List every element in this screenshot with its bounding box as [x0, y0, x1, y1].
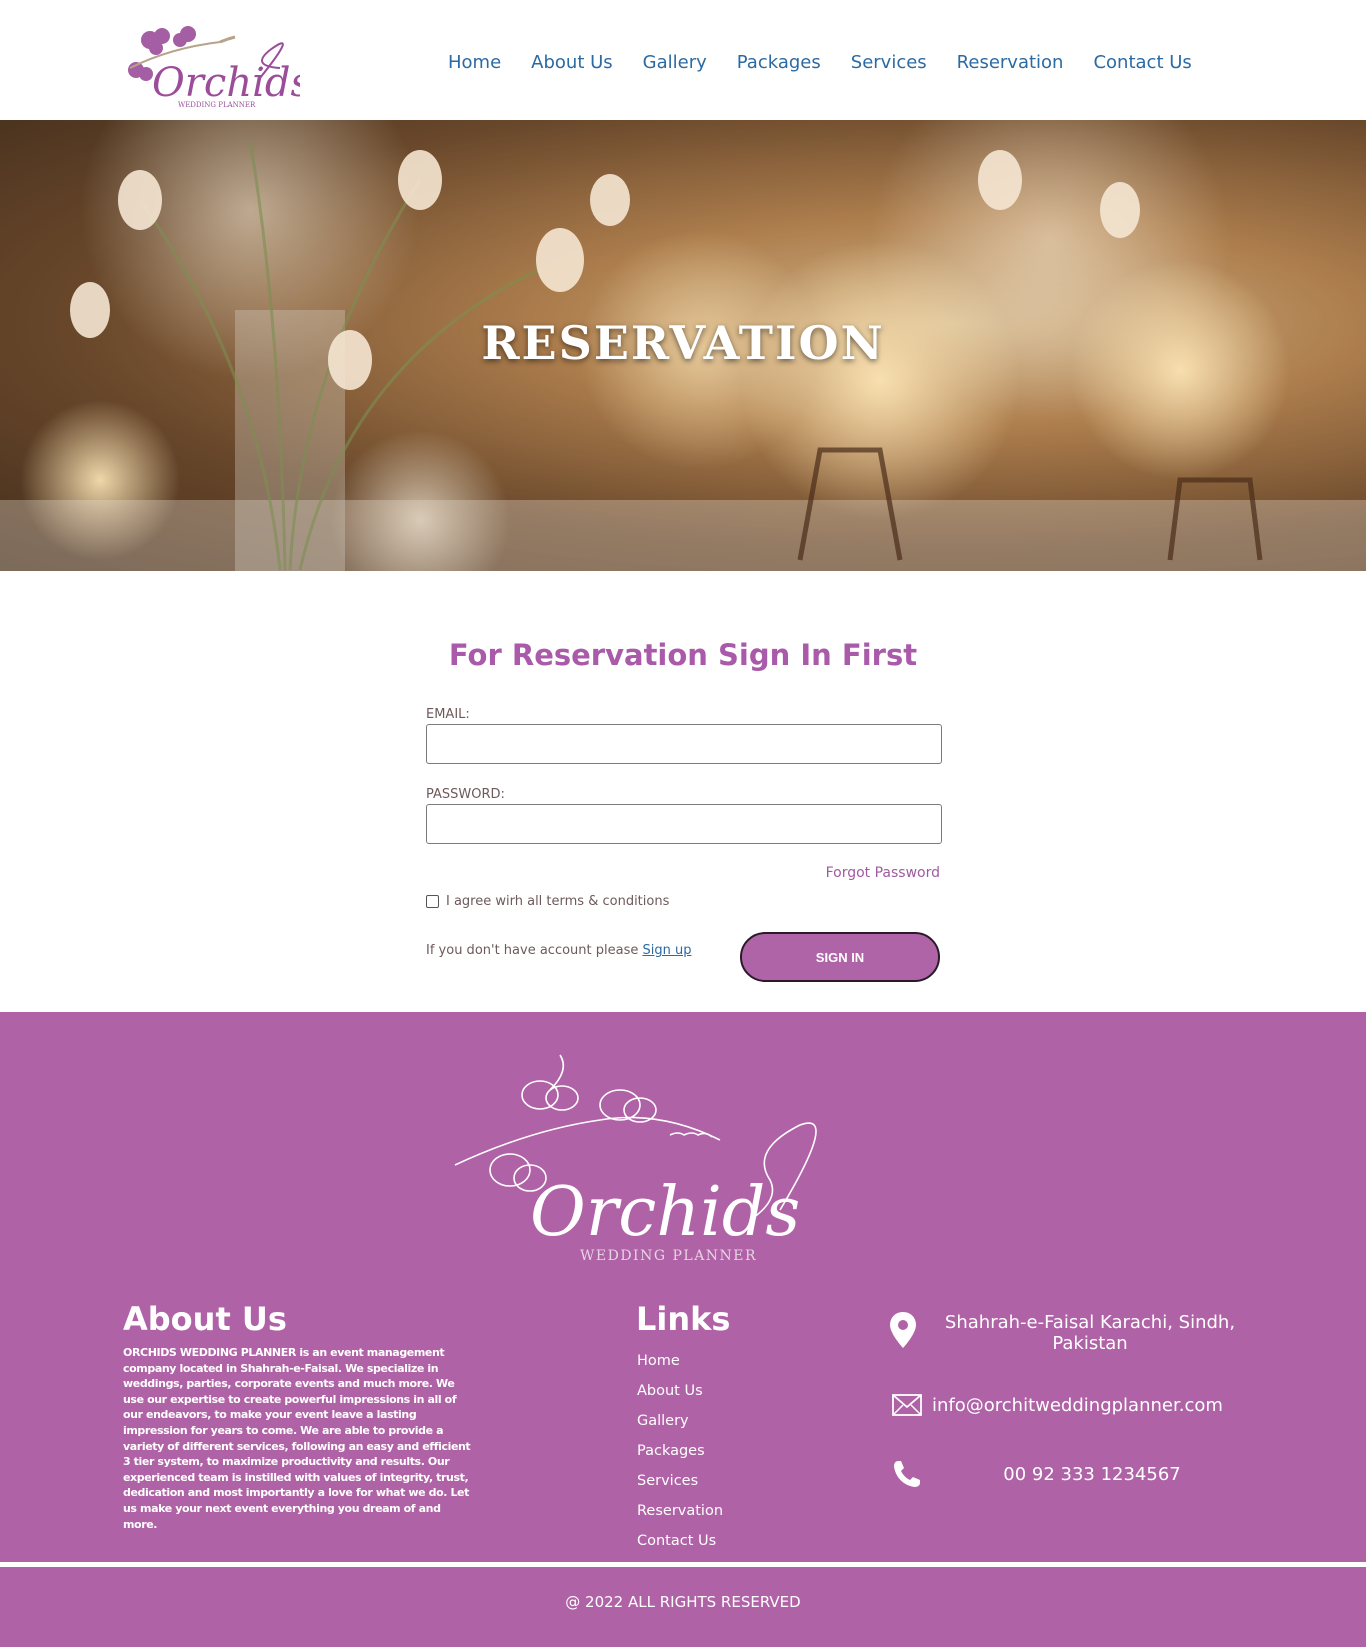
password-label: PASSWORD:	[426, 787, 505, 802]
footer-link-home[interactable]: Home	[637, 1346, 723, 1376]
footer-address-text: Shahrah-e-Faisal Karachi, Sindh, Pakista…	[925, 1312, 1255, 1354]
footer-about-text: ORCHIDS WEDDING PLANNER is an event mana…	[123, 1346, 471, 1531]
site-header: Orchids WEDDING PLANNER Home About Us Ga…	[0, 0, 1366, 120]
hero-title: RESERVATION	[481, 316, 885, 370]
copyright-text: @ 2022 ALL RIGHTS RESERVED	[565, 1593, 801, 1611]
svg-text:WEDDING PLANNER: WEDDING PLANNER	[580, 1248, 757, 1264]
email-label: EMAIL:	[426, 707, 470, 722]
nav-contact-us[interactable]: Contact Us	[1093, 52, 1191, 73]
sign-in-button[interactable]: SIGN IN	[740, 932, 940, 982]
copyright-bar: @ 2022 ALL RIGHTS RESERVED	[0, 1567, 1366, 1647]
terms-label: I agree wirh all terms & conditions	[446, 894, 670, 909]
nav-reservation[interactable]: Reservation	[957, 52, 1064, 73]
signup-prompt-text: If you don't have account please	[426, 943, 643, 958]
footer-address	[890, 1312, 916, 1348]
footer-links-title: Links	[636, 1300, 731, 1338]
nav-home[interactable]: Home	[448, 52, 501, 73]
signup-prompt: If you don't have account please Sign up	[426, 943, 691, 958]
footer-phone: 00 92 333 1234567	[892, 1459, 1192, 1489]
nav-packages[interactable]: Packages	[737, 52, 821, 73]
nav-about-us[interactable]: About Us	[531, 52, 613, 73]
svg-text:Orchids: Orchids	[530, 1173, 800, 1252]
nav-gallery[interactable]: Gallery	[643, 52, 707, 73]
footer-phone-text[interactable]: 00 92 333 1234567	[992, 1464, 1192, 1485]
terms-agreement: I agree wirh all terms & conditions	[426, 894, 669, 909]
nav-services[interactable]: Services	[851, 52, 927, 73]
svg-text:WEDDING PLANNER: WEDDING PLANNER	[178, 101, 256, 109]
envelope-icon	[892, 1394, 922, 1416]
signup-link[interactable]: Sign up	[643, 943, 692, 958]
footer-link-contact-us[interactable]: Contact Us	[637, 1526, 723, 1556]
footer-address-line2: Pakistan	[1052, 1333, 1128, 1354]
location-pin-icon	[890, 1312, 916, 1348]
footer-email-text[interactable]: info@orchitweddingplanner.com	[932, 1395, 1223, 1416]
footer-link-reservation[interactable]: Reservation	[637, 1496, 723, 1526]
password-field[interactable]	[426, 804, 942, 844]
footer-about-title: About Us	[123, 1300, 287, 1338]
footer-link-packages[interactable]: Packages	[637, 1436, 723, 1466]
email-field[interactable]	[426, 724, 942, 764]
footer-email: info@orchitweddingplanner.com	[892, 1394, 1223, 1416]
hero-banner: RESERVATION	[0, 120, 1366, 571]
phone-icon	[894, 1461, 920, 1487]
terms-checkbox[interactable]	[426, 895, 439, 908]
footer-link-services[interactable]: Services	[637, 1466, 723, 1496]
main-nav: Home About Us Gallery Packages Services …	[448, 52, 1192, 73]
footer-address-line1: Shahrah-e-Faisal Karachi, Sindh,	[944, 1312, 1236, 1333]
form-title: For Reservation Sign In First	[448, 638, 918, 672]
orchids-logo[interactable]: Orchids WEDDING PLANNER	[110, 8, 300, 110]
footer-link-about-us[interactable]: About Us	[637, 1376, 723, 1406]
site-footer: Orchids WEDDING PLANNER About Us ORCHIDS…	[0, 1012, 1366, 1562]
forgot-password-link[interactable]: Forgot Password	[790, 865, 940, 881]
footer-link-gallery[interactable]: Gallery	[637, 1406, 723, 1436]
footer-links-list: Home About Us Gallery Packages Services …	[637, 1346, 723, 1556]
footer-orchids-logo: Orchids WEDDING PLANNER	[454, 1054, 817, 1264]
